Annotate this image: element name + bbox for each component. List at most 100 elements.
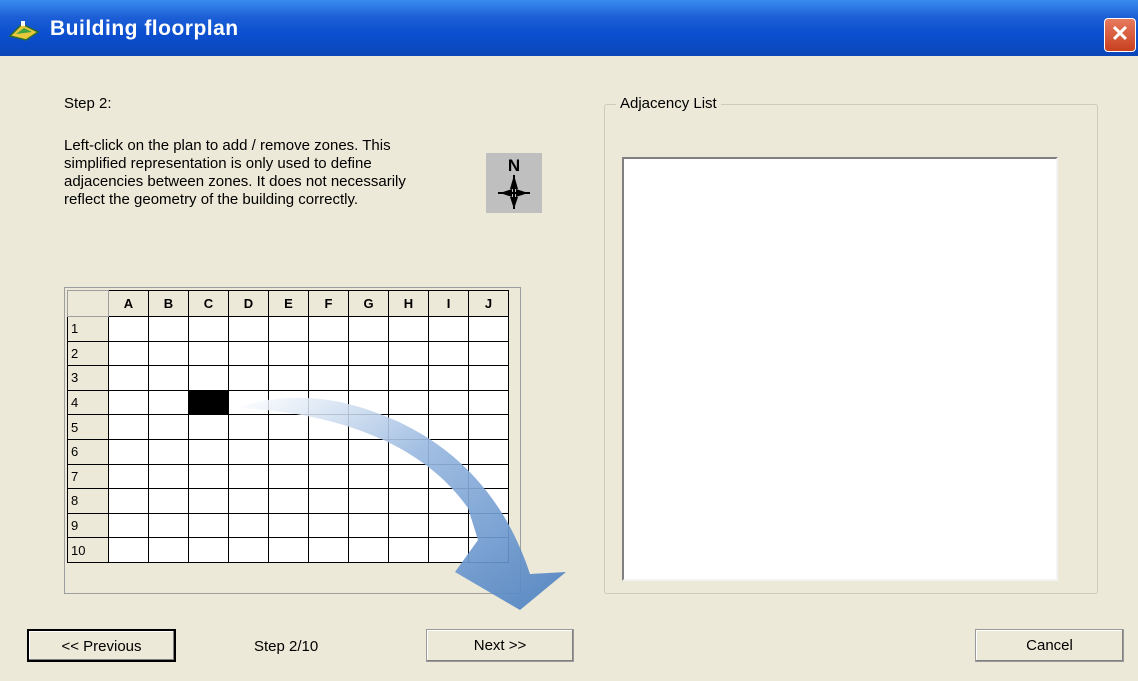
grid-cell-H8[interactable]: [388, 488, 429, 514]
grid-cell-A6[interactable]: [108, 438, 149, 465]
grid-cell-A8[interactable]: [108, 488, 149, 514]
previous-button[interactable]: << Previous: [27, 629, 176, 662]
grid-cell-D4[interactable]: [228, 389, 269, 416]
close-button[interactable]: ✕: [1104, 18, 1136, 52]
next-button[interactable]: Next >>: [426, 629, 574, 662]
cancel-button[interactable]: Cancel: [975, 629, 1124, 662]
grid-cell-G4[interactable]: [348, 389, 389, 416]
grid-cell-I10[interactable]: [428, 537, 469, 563]
grid-cell-F3[interactable]: [308, 365, 349, 391]
grid-cell-H3[interactable]: [388, 365, 429, 391]
grid-cell-I3[interactable]: [428, 365, 469, 391]
grid-cell-G7[interactable]: [348, 463, 389, 490]
grid-cell-B4[interactable]: [148, 389, 189, 416]
grid-cell-E7[interactable]: [268, 463, 309, 490]
grid-cell-A10[interactable]: [108, 537, 149, 563]
floorplan-grid[interactable]: A B C D E F G H I J 1 2 3 4 5 6 7 8 9 10: [67, 290, 509, 563]
grid-cell-C9[interactable]: [188, 512, 229, 539]
grid-cell-G1[interactable]: [348, 316, 389, 342]
grid-cell-G10[interactable]: [348, 537, 389, 563]
grid-cell-J10[interactable]: [468, 537, 509, 563]
grid-cell-E2[interactable]: [268, 340, 309, 367]
grid-cell-F1[interactable]: [308, 316, 349, 342]
grid-cell-D1[interactable]: [228, 316, 269, 342]
grid-cell-C5[interactable]: [188, 414, 229, 440]
grid-cell-J2[interactable]: [468, 340, 509, 367]
grid-cell-F6[interactable]: [308, 438, 349, 465]
grid-cell-G2[interactable]: [348, 340, 389, 367]
grid-cell-I6[interactable]: [428, 438, 469, 465]
grid-cell-F2[interactable]: [308, 340, 349, 367]
grid-cell-H7[interactable]: [388, 463, 429, 490]
grid-cell-C8[interactable]: [188, 488, 229, 514]
grid-cell-J3[interactable]: [468, 365, 509, 391]
grid-cell-H1[interactable]: [388, 316, 429, 342]
grid-cell-C4[interactable]: [188, 389, 229, 416]
grid-cell-A2[interactable]: [108, 340, 149, 367]
grid-cell-I5[interactable]: [428, 414, 469, 440]
grid-cell-I1[interactable]: [428, 316, 469, 342]
adjacency-listbox[interactable]: [622, 157, 1058, 581]
grid-cell-I9[interactable]: [428, 512, 469, 539]
grid-cell-J8[interactable]: [468, 488, 509, 514]
grid-cell-F10[interactable]: [308, 537, 349, 563]
grid-cell-H2[interactable]: [388, 340, 429, 367]
grid-cell-G5[interactable]: [348, 414, 389, 440]
grid-cell-C7[interactable]: [188, 463, 229, 490]
grid-cell-G8[interactable]: [348, 488, 389, 514]
grid-cell-H9[interactable]: [388, 512, 429, 539]
grid-cell-E5[interactable]: [268, 414, 309, 440]
grid-cell-D2[interactable]: [228, 340, 269, 367]
grid-cell-J1[interactable]: [468, 316, 509, 342]
grid-cell-E8[interactable]: [268, 488, 309, 514]
grid-cell-A3[interactable]: [108, 365, 149, 391]
grid-cell-E1[interactable]: [268, 316, 309, 342]
grid-cell-B5[interactable]: [148, 414, 189, 440]
grid-cell-C3[interactable]: [188, 365, 229, 391]
grid-cell-B7[interactable]: [148, 463, 189, 490]
grid-cell-G6[interactable]: [348, 438, 389, 465]
grid-cell-A4[interactable]: [108, 389, 149, 416]
grid-cell-E10[interactable]: [268, 537, 309, 563]
grid-cell-J9[interactable]: [468, 512, 509, 539]
grid-cell-I4[interactable]: [428, 389, 469, 416]
grid-cell-H5[interactable]: [388, 414, 429, 440]
grid-cell-D7[interactable]: [228, 463, 269, 490]
grid-cell-A7[interactable]: [108, 463, 149, 490]
grid-cell-A5[interactable]: [108, 414, 149, 440]
grid-cell-F8[interactable]: [308, 488, 349, 514]
grid-cell-C6[interactable]: [188, 438, 229, 465]
grid-cell-E6[interactable]: [268, 438, 309, 465]
grid-cell-H4[interactable]: [388, 389, 429, 416]
grid-cell-B8[interactable]: [148, 488, 189, 514]
grid-cell-D8[interactable]: [228, 488, 269, 514]
grid-cell-J7[interactable]: [468, 463, 509, 490]
grid-cell-E3[interactable]: [268, 365, 309, 391]
grid-cell-H10[interactable]: [388, 537, 429, 563]
grid-cell-D10[interactable]: [228, 537, 269, 563]
grid-cell-C2[interactable]: [188, 340, 229, 367]
grid-cell-J4[interactable]: [468, 389, 509, 416]
grid-cell-C10[interactable]: [188, 537, 229, 563]
grid-cell-A1[interactable]: [108, 316, 149, 342]
grid-cell-F5[interactable]: [308, 414, 349, 440]
grid-cell-G3[interactable]: [348, 365, 389, 391]
grid-cell-B6[interactable]: [148, 438, 189, 465]
grid-cell-E4[interactable]: [268, 389, 309, 416]
grid-cell-E9[interactable]: [268, 512, 309, 539]
grid-cell-B3[interactable]: [148, 365, 189, 391]
grid-cell-F9[interactable]: [308, 512, 349, 539]
grid-cell-F4[interactable]: [308, 389, 349, 416]
grid-cell-B2[interactable]: [148, 340, 189, 367]
grid-cell-J5[interactable]: [468, 414, 509, 440]
grid-cell-D5[interactable]: [228, 414, 269, 440]
grid-cell-I2[interactable]: [428, 340, 469, 367]
grid-cell-I8[interactable]: [428, 488, 469, 514]
grid-cell-B1[interactable]: [148, 316, 189, 342]
grid-cell-D3[interactable]: [228, 365, 269, 391]
grid-cell-B10[interactable]: [148, 537, 189, 563]
grid-cell-A9[interactable]: [108, 512, 149, 539]
grid-cell-G9[interactable]: [348, 512, 389, 539]
grid-cell-C1[interactable]: [188, 316, 229, 342]
grid-cell-D9[interactable]: [228, 512, 269, 539]
